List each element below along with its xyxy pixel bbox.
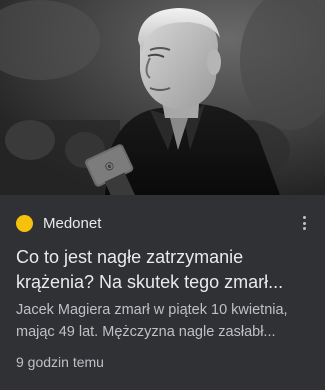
snippet-line-2: mając 49 lat. Mężczyzna nagle zasłabł... xyxy=(16,324,276,340)
article-image[interactable]: ⓔ xyxy=(0,0,325,195)
headline-link[interactable]: Co to jest nagłe zatrzymanie krążenia? N… xyxy=(16,245,308,295)
medonet-logo-icon xyxy=(16,214,33,232)
published-time: 9 godzin temu xyxy=(16,354,104,370)
snippet-line-1: Jacek Magiera zmarł w piątek 10 kwietnia… xyxy=(16,302,288,318)
headline-line-2: krążenia? Na skutek tego zmarł... xyxy=(16,272,284,292)
source-name: Medonet xyxy=(43,214,102,232)
more-vert-icon[interactable] xyxy=(295,212,313,234)
article-snippet: Jacek Magiera zmarł w piątek 10 kwietnia… xyxy=(16,299,308,343)
headline-line-1: Co to jest nagłe zatrzymanie xyxy=(16,247,244,267)
article-photo-grayscale: ⓔ xyxy=(0,0,325,195)
card-body: Medonet Co to jest nagłe zatrzymanie krą… xyxy=(0,195,325,390)
news-card[interactable]: ⓔ Medonet Co to jest nagłe zatrzymanie k… xyxy=(0,0,325,390)
source-row: Medonet xyxy=(16,212,309,234)
